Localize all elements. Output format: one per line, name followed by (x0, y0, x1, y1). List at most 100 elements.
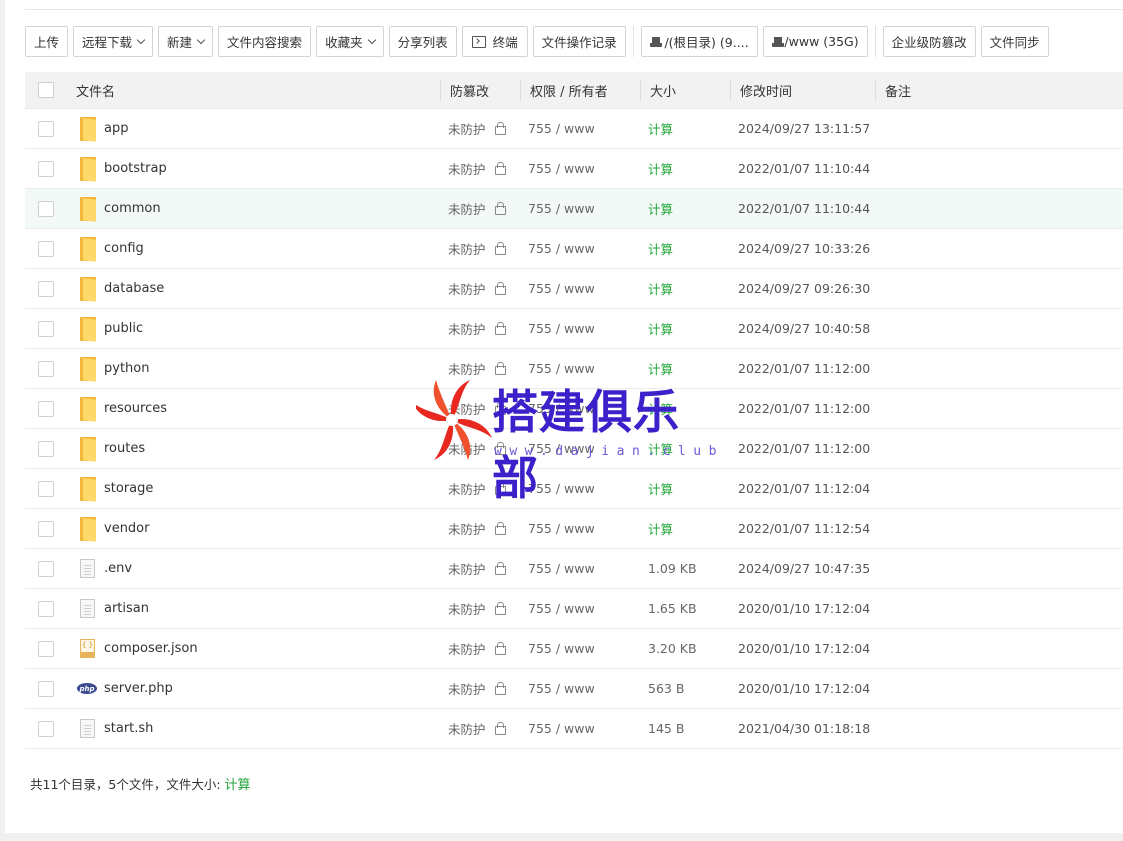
perm-owner[interactable]: 755 / www (528, 161, 595, 176)
perm-cell[interactable]: 755 / www (528, 109, 595, 148)
header-protect[interactable]: 防篡改 (450, 72, 489, 108)
file-size[interactable]: 计算 (648, 479, 673, 498)
row-checkbox[interactable] (38, 320, 54, 337)
file-name-cell[interactable]: public (76, 309, 143, 348)
perm-owner[interactable]: 755 / www (528, 281, 595, 296)
row-checkbox[interactable] (38, 240, 54, 257)
table-row[interactable]: common 未防护 755 / www 计算 2022/01/07 11:10:44 (25, 189, 1123, 229)
perm-cell[interactable]: 755 / www (528, 229, 595, 268)
file-name[interactable]: python (104, 361, 149, 376)
table-row[interactable]: routes 未防护 755 / www 计算 2022/01/07 11:12:00 (25, 429, 1123, 469)
file-name[interactable]: composer.json (104, 641, 198, 656)
file-size[interactable]: 计算 (648, 519, 673, 538)
unlock-icon[interactable] (494, 561, 506, 575)
perm-cell[interactable]: 755 / www (528, 189, 595, 228)
perm-cell[interactable]: 755 / www (528, 549, 595, 588)
table-row[interactable]: .env 未防护 755 / www 1.09 KB 2024/09/27 10:47:… (25, 549, 1123, 589)
file-size[interactable]: 计算 (648, 199, 673, 218)
file-size[interactable]: 计算 (648, 359, 673, 378)
file-size[interactable]: 计算 (648, 279, 673, 298)
unlock-icon[interactable] (494, 681, 506, 695)
row-checkbox[interactable] (38, 720, 54, 737)
table-row[interactable]: bootstrap 未防护 755 / www 计算 2022/01/07 11:10:… (25, 149, 1123, 189)
row-checkbox[interactable] (38, 120, 54, 137)
row-checkbox[interactable] (38, 520, 54, 537)
row-checkbox[interactable] (38, 600, 54, 617)
header-name[interactable]: 文件名 (76, 72, 115, 108)
select-all-checkbox[interactable] (38, 82, 54, 98)
table-row[interactable]: { } composer.json 未防护 755 / www 3.20 KB 2020/… (25, 629, 1123, 669)
perm-owner[interactable]: 755 / www (528, 601, 595, 616)
file-name-cell[interactable]: resources (76, 389, 167, 428)
unlock-icon[interactable] (494, 201, 506, 215)
perm-cell[interactable]: 755 / www (528, 389, 595, 428)
perm-owner[interactable]: 755 / www (528, 521, 595, 536)
file-size[interactable]: 计算 (648, 159, 673, 178)
file-name-cell[interactable]: vendor (76, 509, 149, 548)
file-size[interactable]: 计算 (648, 319, 673, 338)
perm-cell[interactable]: 755 / www (528, 349, 595, 388)
row-checkbox[interactable] (38, 680, 54, 697)
file-name-cell[interactable]: app (76, 109, 128, 148)
row-checkbox[interactable] (38, 400, 54, 417)
file-name-cell[interactable]: .env (76, 549, 132, 588)
file-name-cell[interactable]: python (76, 349, 149, 388)
file-name[interactable]: app (104, 121, 128, 136)
row-checkbox[interactable] (38, 280, 54, 297)
perm-cell[interactable]: 755 / www (528, 629, 595, 668)
disk-www-button[interactable]: /www (35G) (762, 26, 868, 57)
unlock-icon[interactable] (494, 281, 506, 295)
row-checkbox[interactable] (38, 360, 54, 377)
table-row[interactable]: python 未防护 755 / www 计算 2022/01/07 11:12:00 (25, 349, 1123, 389)
unlock-icon[interactable] (494, 601, 506, 615)
perm-cell[interactable]: 755 / www (528, 669, 595, 708)
file-name[interactable]: database (104, 281, 164, 296)
perm-owner[interactable]: 755 / www (528, 441, 595, 456)
perm-owner[interactable]: 755 / www (528, 561, 595, 576)
header-mtime[interactable]: 修改时间 (740, 72, 792, 108)
unlock-icon[interactable] (494, 521, 506, 535)
unlock-icon[interactable] (494, 241, 506, 255)
perm-owner[interactable]: 755 / www (528, 241, 595, 256)
content-search-button[interactable]: 文件内容搜索 (218, 26, 312, 57)
file-name-cell[interactable]: artisan (76, 589, 149, 628)
row-checkbox[interactable] (38, 560, 54, 577)
unlock-icon[interactable] (494, 641, 506, 655)
perm-cell[interactable]: 755 / www (528, 429, 595, 468)
unlock-icon[interactable] (494, 121, 506, 135)
table-row[interactable]: php server.php 未防护 755 / www 563 B 2020/01/10… (25, 669, 1123, 709)
file-name-cell[interactable]: config (76, 229, 144, 268)
file-name[interactable]: .env (104, 561, 132, 576)
unlock-icon[interactable] (494, 721, 506, 735)
file-name[interactable]: public (104, 321, 143, 336)
file-name[interactable]: server.php (104, 681, 173, 696)
perm-cell[interactable]: 755 / www (528, 149, 595, 188)
terminal-button[interactable]: 终端 (461, 26, 528, 57)
perm-owner[interactable]: 755 / www (528, 121, 595, 136)
file-name-cell[interactable]: database (76, 269, 164, 308)
disk-root-button[interactable]: /(根目录) (9.... (640, 26, 758, 57)
table-row[interactable]: app 未防护 755 / www 计算 2024/09/27 13:11:57 (25, 109, 1123, 149)
row-checkbox[interactable] (38, 640, 54, 657)
file-name[interactable]: routes (104, 441, 145, 456)
operation-log-button[interactable]: 文件操作记录 (532, 26, 626, 57)
unlock-icon[interactable] (494, 401, 506, 415)
perm-cell[interactable]: 755 / www (528, 309, 595, 348)
remote-download-button[interactable]: 远程下载 (73, 26, 154, 57)
header-perm[interactable]: 权限 / 所有者 (530, 72, 608, 108)
file-size[interactable]: 计算 (648, 439, 673, 458)
perm-owner[interactable]: 755 / www (528, 641, 595, 656)
file-size[interactable]: 计算 (648, 399, 673, 418)
table-row[interactable]: artisan 未防护 755 / www 1.65 KB 2020/01/10 17:… (25, 589, 1123, 629)
file-name-cell[interactable]: common (76, 189, 161, 228)
perm-owner[interactable]: 755 / www (528, 721, 595, 736)
perm-cell[interactable]: 755 / www (528, 469, 595, 508)
footer-calc-link[interactable]: 计算 (225, 778, 251, 793)
file-name[interactable]: bootstrap (104, 161, 167, 176)
file-name[interactable]: resources (104, 401, 167, 416)
file-name-cell[interactable]: storage (76, 469, 153, 508)
unlock-icon[interactable] (494, 361, 506, 375)
table-row[interactable]: storage 未防护 755 / www 计算 2022/01/07 11:12:04 (25, 469, 1123, 509)
file-name[interactable]: artisan (104, 601, 149, 616)
table-row[interactable]: database 未防护 755 / www 计算 2024/09/27 09:26:3… (25, 269, 1123, 309)
